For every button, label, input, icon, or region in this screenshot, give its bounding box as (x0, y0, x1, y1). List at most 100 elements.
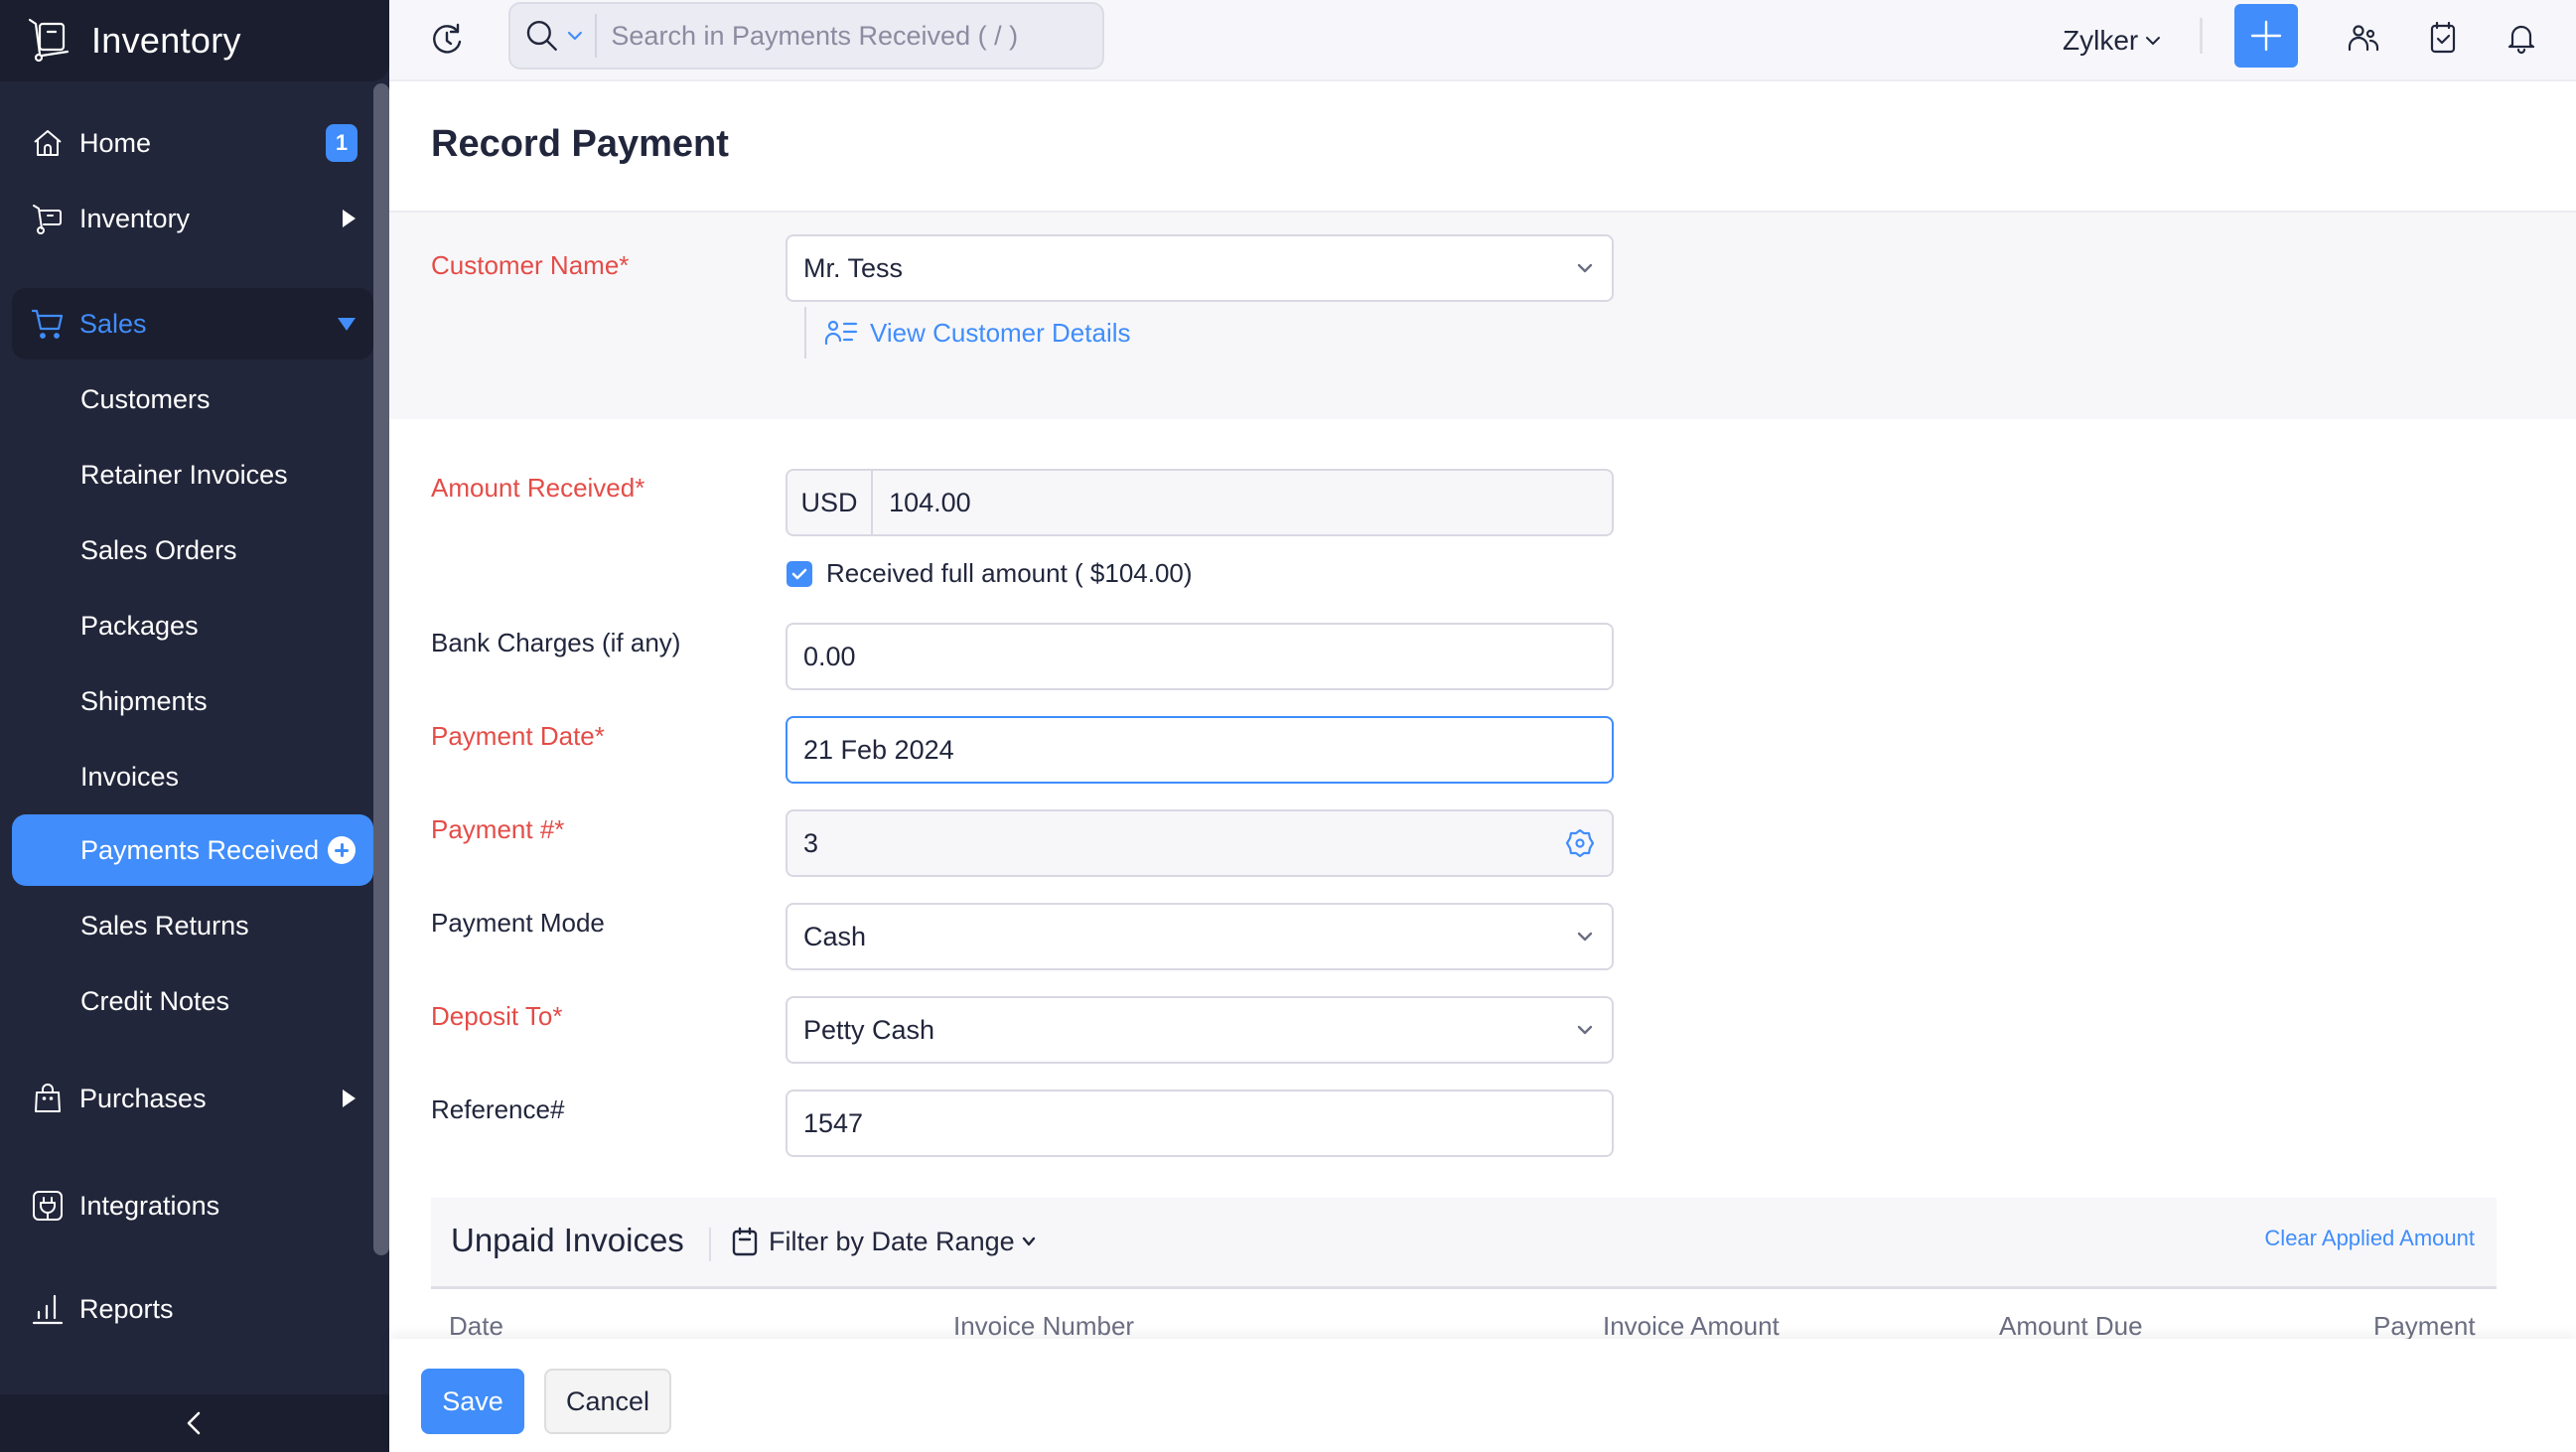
sidebar-subitem-retainer-invoices[interactable]: Retainer Invoices (12, 439, 373, 510)
payment-mode-select[interactable] (786, 903, 1614, 970)
notification-badge: 1 (326, 124, 358, 162)
shopping-cart-icon (30, 306, 66, 342)
bell-icon (2507, 25, 2535, 55)
payment-mode-label: Payment Mode (431, 908, 605, 938)
payment-number-label: Payment #* (431, 814, 565, 844)
organization-switcher[interactable]: Zylker (2063, 20, 2162, 62)
sidebar-item-label: Integrations (79, 1190, 220, 1221)
deposit-to-value[interactable] (787, 1014, 1612, 1046)
deposit-to-select[interactable] (786, 996, 1614, 1064)
bar-chart-icon (30, 1291, 66, 1327)
clear-applied-amount-link[interactable]: Clear Applied Amount (2264, 1226, 2475, 1251)
bank-charges-input[interactable] (787, 641, 1612, 672)
sidebar-item-sales[interactable]: Sales (12, 288, 373, 360)
record-payment-form: Record Payment Customer Name* View Custo… (389, 83, 2576, 1342)
sidebar-subitem-label: Retainer Invoices (80, 459, 288, 490)
notifications-button[interactable] (2502, 18, 2541, 58)
expand-arrow-icon (343, 1089, 356, 1107)
gear-icon[interactable] (1564, 827, 1596, 859)
users-icon (2348, 25, 2379, 52)
brand-header[interactable]: Inventory (0, 0, 389, 81)
collapse-arrow-icon (338, 317, 356, 331)
collapse-sidebar-button[interactable] (0, 1394, 389, 1452)
expand-arrow-icon (343, 210, 356, 227)
add-payment-plus-icon[interactable] (328, 836, 356, 864)
received-full-amount-checkbox[interactable]: Received full amount ( $104.00) (787, 558, 1193, 589)
sidebar-subitem-label: Payments Received (80, 834, 320, 865)
cancel-button[interactable]: Cancel (544, 1369, 671, 1434)
payment-date-input[interactable] (787, 734, 1612, 766)
view-customer-details-text: View Customer Details (870, 317, 1131, 348)
sidebar-item-label: Purchases (79, 1083, 207, 1113)
chevron-down-icon (1577, 932, 1593, 942)
form-actions-footer: Save Cancel (389, 1339, 2576, 1452)
sidebar-subitem-sales-returns[interactable]: Sales Returns (12, 890, 373, 961)
column-header-date[interactable]: Date (449, 1311, 503, 1342)
shopping-bag-icon (30, 1081, 66, 1116)
column-header-invoice-number[interactable]: Invoice Number (953, 1311, 1134, 1342)
calendar-icon (732, 1227, 758, 1256)
users-button[interactable] (2344, 18, 2383, 58)
tasks-button[interactable] (2423, 18, 2463, 58)
customer-name-label: Customer Name* (431, 250, 630, 280)
sidebar-item-home[interactable]: Home 1 (12, 107, 373, 179)
search-bar[interactable] (508, 2, 1104, 70)
quick-create-button[interactable] (2234, 4, 2298, 68)
top-bar: Zylker (389, 0, 2576, 81)
payment-date-field[interactable] (786, 716, 1614, 784)
payment-mode-value[interactable] (787, 921, 1612, 952)
inventory-logo-icon (28, 18, 70, 63)
search-divider (595, 14, 598, 58)
save-button[interactable]: Save (421, 1369, 524, 1434)
sidebar-item-label: Sales (79, 308, 147, 339)
sidebar-item-label: Reports (79, 1293, 174, 1324)
unpaid-invoices-title: Unpaid Invoices (451, 1222, 684, 1258)
calendar-check-icon (2430, 21, 2456, 54)
search-input[interactable] (611, 20, 1103, 52)
sidebar-subitem-customers[interactable]: Customers (12, 363, 373, 435)
payment-number-input[interactable] (787, 827, 1612, 859)
customer-name-value[interactable] (787, 252, 1612, 284)
sidebar-subitem-payments-received[interactable]: Payments Received (12, 814, 373, 886)
bank-charges-field[interactable] (786, 623, 1614, 690)
sidebar-subitem-shipments[interactable]: Shipments (12, 665, 373, 737)
currency-code: USD (787, 471, 874, 534)
chevron-left-icon (187, 1411, 201, 1435)
sidebar-item-integrations[interactable]: Integrations (12, 1170, 373, 1241)
checkbox-checked[interactable] (787, 560, 812, 587)
deposit-to-label: Deposit To* (431, 1001, 563, 1031)
column-header-amount-due[interactable]: Amount Due (1999, 1311, 2143, 1342)
search-icon[interactable] (524, 18, 560, 54)
sidebar-subitem-invoices[interactable]: Invoices (12, 741, 373, 812)
chevron-down-icon (2146, 37, 2161, 45)
amount-received-input[interactable] (873, 487, 1612, 518)
amount-received-field[interactable]: USD (786, 469, 1614, 536)
bank-charges-label: Bank Charges (if any) (431, 628, 681, 657)
filter-by-date-range-dropdown[interactable]: Filter by Date Range (731, 1226, 1037, 1257)
column-header-invoice-amount[interactable]: Invoice Amount (1603, 1311, 1780, 1342)
sidebar-subitem-label: Packages (80, 610, 199, 641)
sidebar-subitem-label: Shipments (80, 685, 208, 716)
chevron-down-icon (1022, 1236, 1035, 1246)
sidebar-item-inventory[interactable]: Inventory (12, 183, 373, 254)
sidebar-subitem-packages[interactable]: Packages (12, 590, 373, 661)
search-scope-chevron-icon[interactable] (566, 27, 584, 45)
view-customer-details-link[interactable]: View Customer Details (804, 307, 1131, 359)
sidebar-item-label: Home (79, 127, 152, 158)
column-header-payment[interactable]: Payment (2373, 1311, 2476, 1342)
sidebar-item-reports[interactable]: Reports (12, 1273, 373, 1345)
sidebar-subitem-credit-notes[interactable]: Credit Notes (12, 965, 373, 1037)
recent-history-button[interactable] (427, 20, 467, 60)
reference-field[interactable] (786, 1089, 1614, 1157)
history-clock-icon (433, 23, 462, 54)
customer-details-icon (824, 320, 858, 346)
reference-input[interactable] (787, 1107, 1612, 1139)
sidebar-subitem-sales-orders[interactable]: Sales Orders (12, 514, 373, 586)
chevron-down-icon (1577, 263, 1593, 273)
payment-number-field[interactable] (786, 809, 1614, 877)
sidebar-scrollbar[interactable] (373, 83, 389, 1255)
customer-name-select[interactable] (786, 234, 1614, 302)
sidebar-subitem-label: Invoices (80, 761, 180, 792)
inventory-cart-icon (30, 201, 66, 236)
sidebar-item-purchases[interactable]: Purchases (12, 1063, 373, 1134)
